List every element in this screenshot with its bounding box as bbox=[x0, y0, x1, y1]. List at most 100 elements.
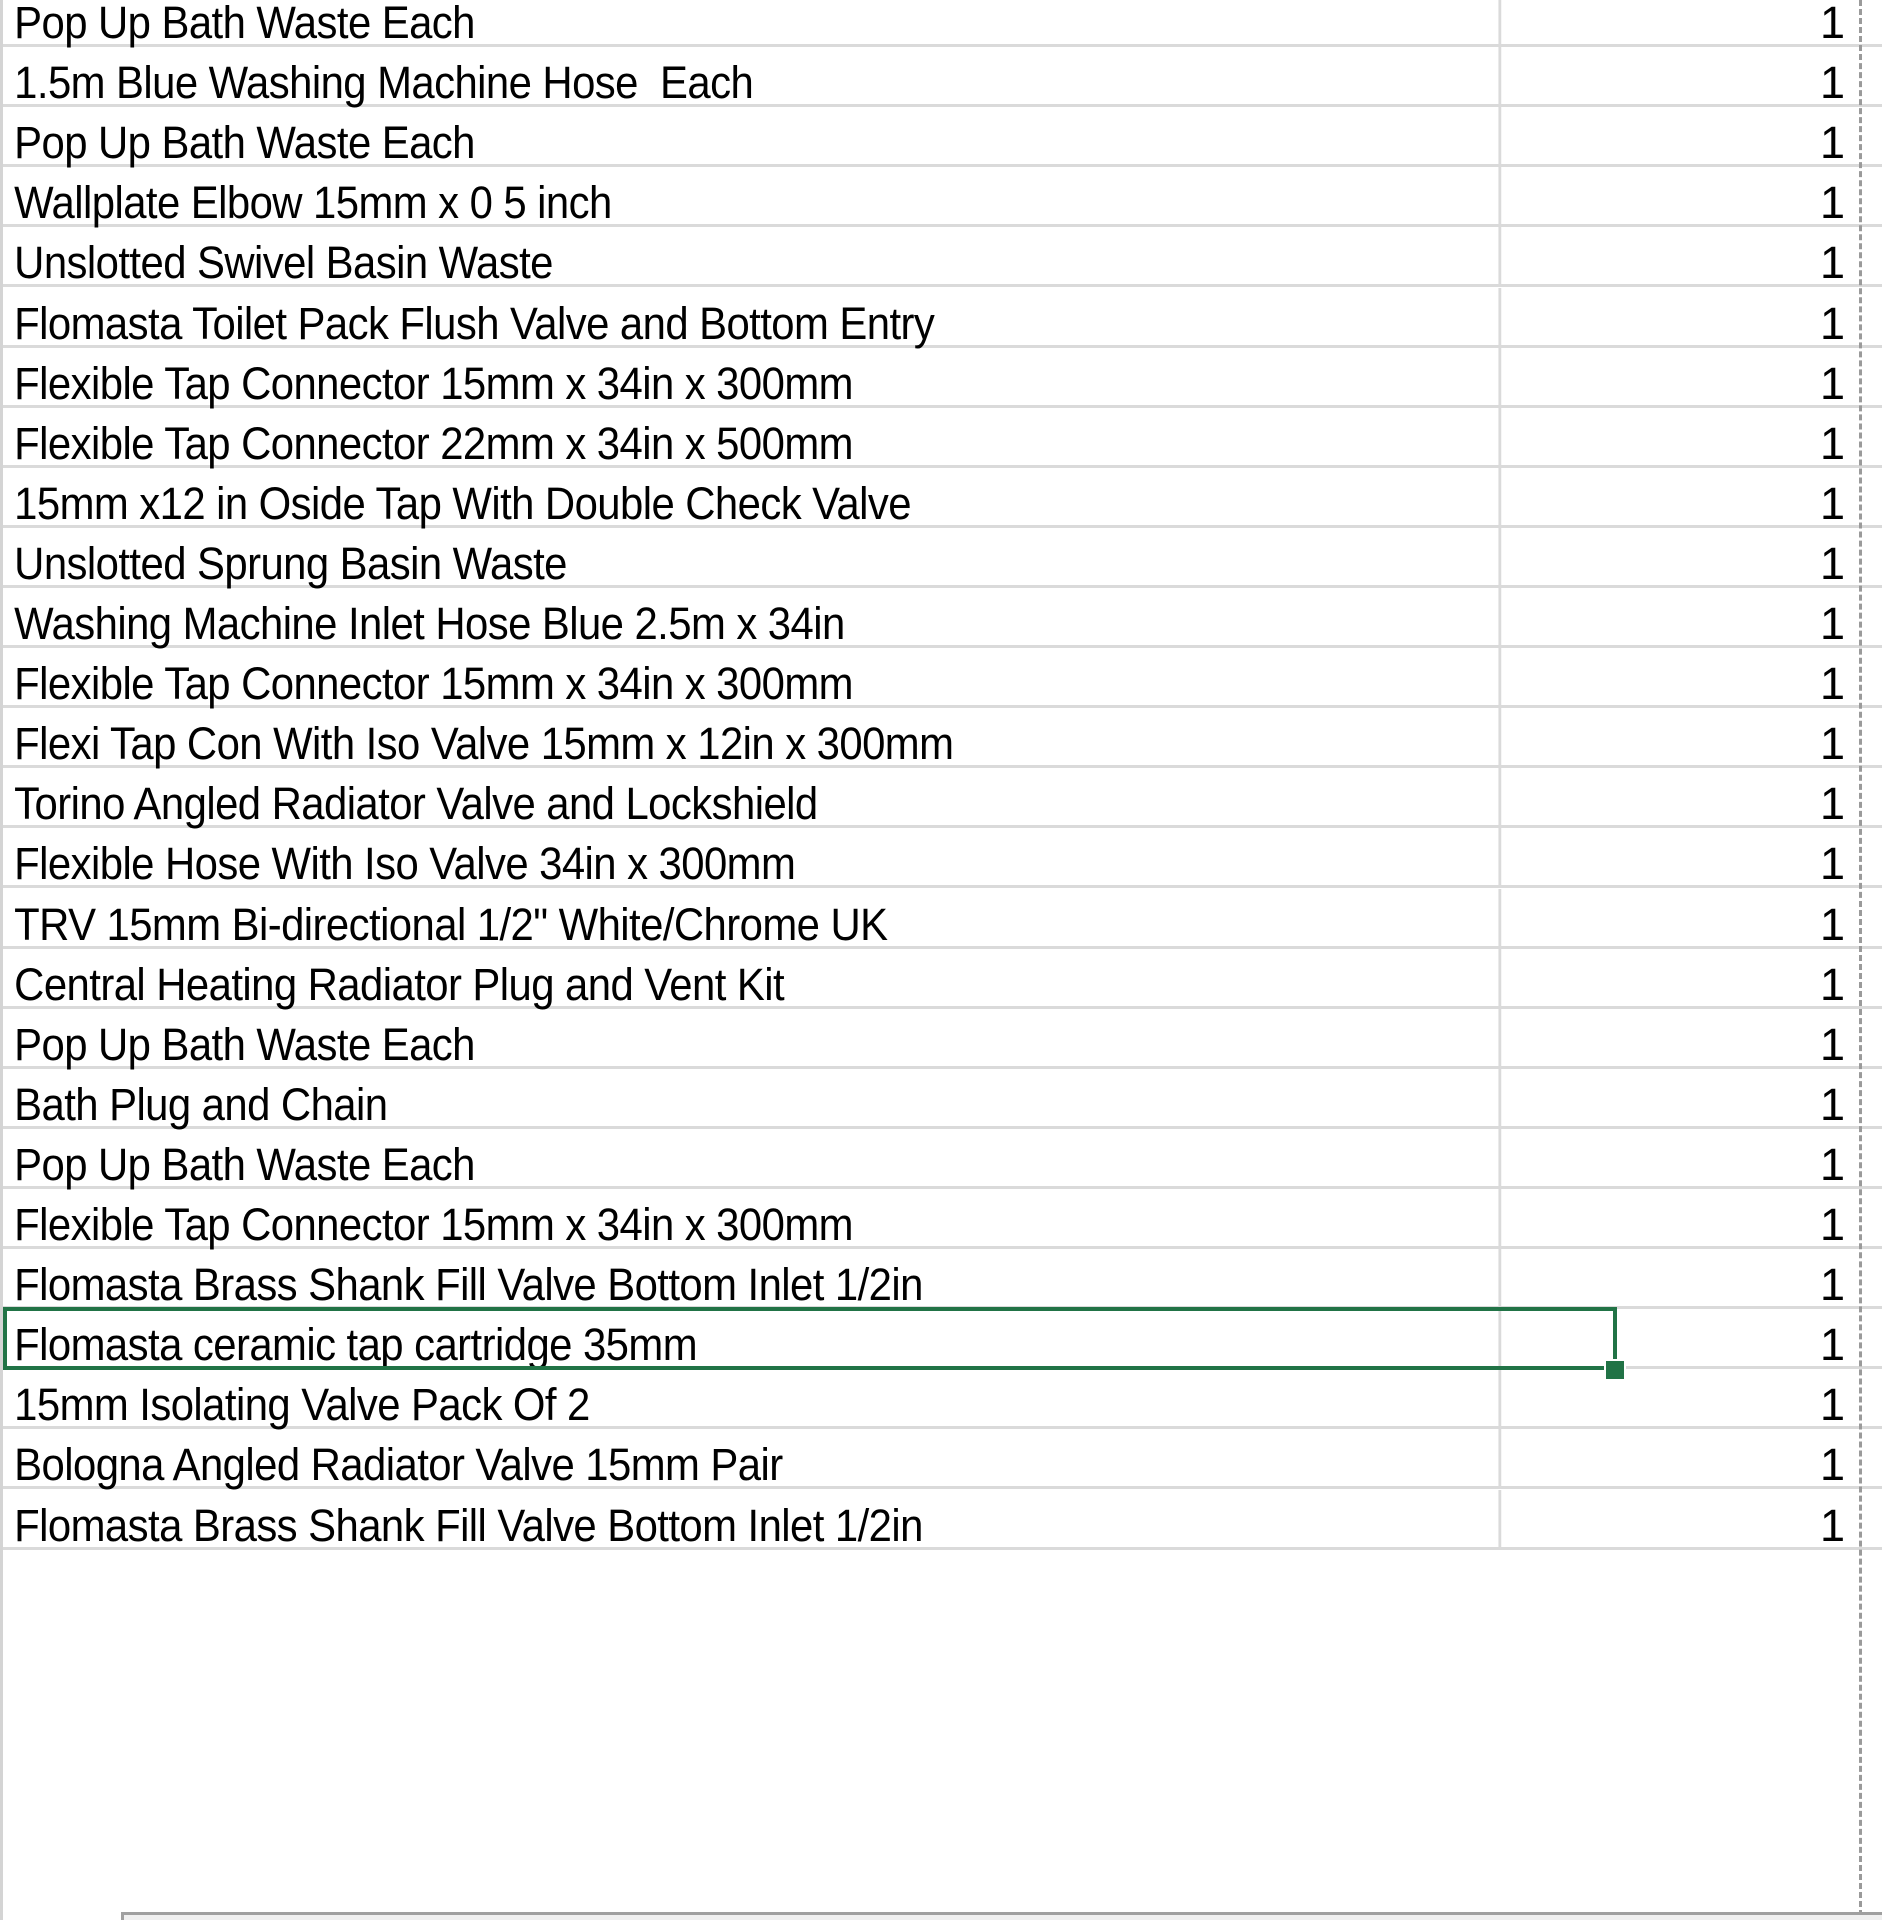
quantity-cell[interactable]: 1 bbox=[1614, 1009, 1859, 1070]
description-cell[interactable]: Bath Plug and Chain bbox=[3, 1068, 1502, 1130]
table-row: Washing Machine Inlet Hose Blue 2.5m x 3… bbox=[3, 588, 1882, 649]
description-cell[interactable]: 1.5m Blue Washing Machine Hose Each bbox=[3, 47, 1502, 108]
description-cell[interactable]: Bologna Angled Radiator Valve 15mm Pair bbox=[3, 1429, 1502, 1490]
description-cell[interactable]: Flomasta Toilet Pack Flush Valve and Bot… bbox=[3, 287, 1502, 349]
quantity-text: 1 bbox=[1819, 357, 1845, 409]
table-row: Flexible Tap Connector 15mm x 34in x 300… bbox=[3, 648, 1882, 709]
quantity-cell[interactable]: 1 bbox=[1614, 0, 1859, 48]
table-row: 1.5m Blue Washing Machine Hose Each 1 bbox=[3, 47, 1882, 108]
quantity-text: 1 bbox=[1819, 1018, 1845, 1070]
quantity-cell[interactable]: 1 bbox=[1614, 1069, 1859, 1130]
description-cell[interactable]: Pop Up Bath Waste Each bbox=[3, 107, 1502, 168]
table-row: Wallplate Elbow 15mm x 0 5 inch 1 bbox=[3, 167, 1882, 228]
quantity-text: 1 bbox=[1819, 1439, 1845, 1491]
quantity-cell[interactable]: 1 bbox=[1614, 1309, 1859, 1370]
table-row: Bologna Angled Radiator Valve 15mm Pair 1 bbox=[3, 1429, 1882, 1490]
quantity-text: 1 bbox=[1819, 898, 1845, 950]
table-row: Torino Angled Radiator Valve and Lockshi… bbox=[3, 768, 1882, 829]
quantity-cell[interactable]: 1 bbox=[1614, 768, 1859, 829]
page-break-line bbox=[1859, 0, 1862, 1916]
description-cell[interactable]: Pop Up Bath Waste Each bbox=[3, 1008, 1502, 1070]
quantity-text: 1 bbox=[1819, 1078, 1845, 1130]
description-cell[interactable]: TRV 15mm Bi-directional 1/2" White/Chrom… bbox=[3, 888, 1502, 950]
quantity-cell[interactable]: 1 bbox=[1614, 1429, 1859, 1490]
description-cell[interactable]: Torino Angled Radiator Valve and Lockshi… bbox=[3, 768, 1502, 829]
description-text: Flomasta Brass Shank Fill Valve Bottom I… bbox=[14, 1499, 923, 1551]
description-cell[interactable]: Flexible Tap Connector 15mm x 34in x 300… bbox=[3, 347, 1502, 409]
table-row: 15mm Isolating Valve Pack Of 2 1 bbox=[3, 1369, 1882, 1430]
quantity-cell[interactable]: 1 bbox=[1614, 528, 1859, 589]
description-cell[interactable]: 15mm Isolating Valve Pack Of 2 bbox=[3, 1369, 1502, 1430]
quantity-cell[interactable]: 1 bbox=[1614, 1249, 1859, 1310]
table-row: Pop Up Bath Waste Each 1 bbox=[3, 107, 1882, 168]
quantity-cell[interactable]: 1 bbox=[1614, 949, 1859, 1010]
quantity-cell[interactable]: 1 bbox=[1614, 1129, 1859, 1190]
description-cell[interactable]: Unslotted Sprung Basin Waste bbox=[3, 527, 1502, 589]
table-row: Bath Plug and Chain 1 bbox=[3, 1068, 1882, 1130]
table-row: Flexible Tap Connector 15mm x 34in x 300… bbox=[3, 347, 1882, 409]
table-row: Flexible Hose With Iso Valve 34in x 300m… bbox=[3, 828, 1882, 889]
table-row: Pop Up Bath Waste Each 1 bbox=[3, 1128, 1882, 1190]
quantity-cell[interactable]: 1 bbox=[1614, 348, 1859, 409]
description-cell[interactable]: Unslotted Swivel Basin Waste bbox=[3, 227, 1502, 288]
description-cell[interactable]: Flexible Tap Connector 15mm x 34in x 300… bbox=[3, 1189, 1502, 1250]
quantity-cell[interactable]: 1 bbox=[1614, 288, 1859, 349]
quantity-text: 1 bbox=[1819, 838, 1845, 890]
quantity-cell[interactable]: 1 bbox=[1614, 227, 1859, 288]
quantity-cell[interactable]: 1 bbox=[1614, 408, 1859, 469]
quantity-cell[interactable]: 1 bbox=[1614, 648, 1859, 709]
quantity-text: 1 bbox=[1819, 297, 1845, 349]
quantity-cell[interactable]: 1 bbox=[1614, 889, 1859, 950]
quantity-text: 1 bbox=[1819, 1138, 1845, 1190]
description-cell[interactable]: Flexi Tap Con With Iso Valve 15mm x 12in… bbox=[3, 708, 1502, 769]
description-cell[interactable]: Flomasta Brass Shank Fill Valve Bottom I… bbox=[3, 1249, 1502, 1310]
table-row: Pop Up Bath Waste Each 1 bbox=[3, 0, 1882, 48]
description-cell[interactable]: Pop Up Bath Waste Each bbox=[3, 0, 1502, 48]
description-cell[interactable]: Flomasta Brass Shank Fill Valve Bottom I… bbox=[3, 1489, 1502, 1551]
spreadsheet-grid: Pop Up Bath Waste Each 1 1.5m Blue Washing… bbox=[0, 0, 1882, 1920]
quantity-cell[interactable]: 1 bbox=[1614, 828, 1859, 889]
quantity-text: 1 bbox=[1819, 117, 1845, 169]
description-cell[interactable]: Central Heating Radiator Plug and Vent K… bbox=[3, 948, 1502, 1010]
description-cell[interactable]: Pop Up Bath Waste Each bbox=[3, 1128, 1502, 1190]
quantity-cell[interactable]: 1 bbox=[1614, 107, 1859, 168]
horizontal-scrollbar[interactable] bbox=[121, 1912, 1882, 1920]
quantity-text: 1 bbox=[1819, 0, 1845, 48]
table-row: Flexible Tap Connector 22mm x 34in x 500… bbox=[3, 407, 1882, 469]
quantity-cell[interactable]: 1 bbox=[1614, 1369, 1859, 1430]
quantity-cell[interactable]: 1 bbox=[1614, 468, 1859, 529]
table-row: TRV 15mm Bi-directional 1/2" White/Chrom… bbox=[3, 888, 1882, 950]
quantity-text: 1 bbox=[1819, 1499, 1845, 1551]
description-cell[interactable]: Flexible Tap Connector 15mm x 34in x 300… bbox=[3, 648, 1502, 709]
quantity-cell[interactable]: 1 bbox=[1614, 1189, 1859, 1250]
quantity-text: 1 bbox=[1819, 57, 1845, 109]
quantity-text: 1 bbox=[1819, 237, 1845, 289]
table-row: Unslotted Swivel Basin Waste 1 bbox=[3, 227, 1882, 288]
table-row: Flomasta Brass Shank Fill Valve Bottom I… bbox=[3, 1249, 1882, 1310]
description-cell[interactable]: Wallplate Elbow 15mm x 0 5 inch bbox=[3, 167, 1502, 228]
description-cell[interactable]: Washing Machine Inlet Hose Blue 2.5m x 3… bbox=[3, 588, 1502, 649]
quantity-cell[interactable]: 1 bbox=[1614, 708, 1859, 769]
table-row: Flomasta Brass Shank Fill Valve Bottom I… bbox=[3, 1489, 1882, 1551]
fill-handle[interactable] bbox=[1604, 1359, 1626, 1382]
table-row: Flexi Tap Con With Iso Valve 15mm x 12in… bbox=[3, 708, 1882, 769]
quantity-text: 1 bbox=[1819, 1199, 1845, 1250]
description-cell[interactable]: Flomasta ceramic tap cartridge 35mm bbox=[3, 1309, 1502, 1370]
quantity-cell[interactable]: 1 bbox=[1614, 1490, 1859, 1551]
quantity-text: 1 bbox=[1819, 958, 1845, 1010]
description-cell[interactable]: Flexible Tap Connector 22mm x 34in x 500… bbox=[3, 407, 1502, 469]
table-row: Unslotted Sprung Basin Waste 1 bbox=[3, 527, 1882, 589]
quantity-cell[interactable]: 1 bbox=[1614, 47, 1859, 108]
table-row: Flomasta ceramic tap cartridge 35mm 1 bbox=[3, 1309, 1882, 1370]
quantity-text: 1 bbox=[1819, 417, 1845, 469]
quantity-cell[interactable]: 1 bbox=[1614, 167, 1859, 228]
table-row: 15mm x12 in Oside Tap With Double Check … bbox=[3, 467, 1882, 529]
quantity-text: 1 bbox=[1819, 537, 1845, 589]
description-cell[interactable]: 15mm x12 in Oside Tap With Double Check … bbox=[3, 467, 1502, 529]
quantity-text: 1 bbox=[1819, 177, 1845, 229]
quantity-text: 1 bbox=[1819, 1319, 1845, 1371]
description-cell[interactable]: Flexible Hose With Iso Valve 34in x 300m… bbox=[3, 828, 1502, 889]
table-row: Pop Up Bath Waste Each 1 bbox=[3, 1008, 1882, 1070]
quantity-text: 1 bbox=[1819, 718, 1845, 770]
quantity-cell[interactable]: 1 bbox=[1614, 588, 1859, 649]
